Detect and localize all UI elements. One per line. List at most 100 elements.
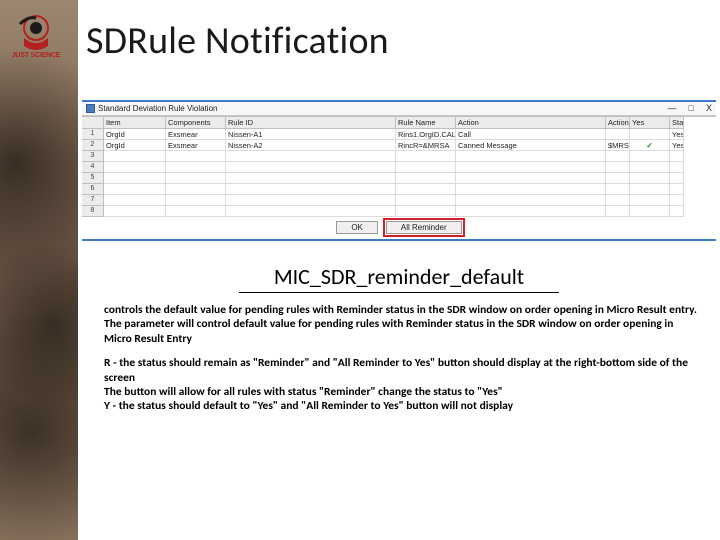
row-number: 6 <box>82 184 104 195</box>
cell[interactable] <box>104 206 166 217</box>
cell[interactable] <box>456 195 606 206</box>
cell[interactable]: Yes <box>670 129 684 140</box>
cell[interactable] <box>670 195 684 206</box>
cell[interactable] <box>396 162 456 173</box>
cell[interactable] <box>226 162 396 173</box>
cell[interactable]: $MRSA <box>606 140 630 151</box>
cell[interactable] <box>606 195 630 206</box>
cell[interactable] <box>396 151 456 162</box>
text-line: Y - the status should default to "Yes" a… <box>104 399 513 413</box>
col-header-action: Action <box>456 117 606 129</box>
cell[interactable] <box>456 173 606 184</box>
cell-yes[interactable]: ✓ <box>630 140 670 151</box>
row-number: 8 <box>82 206 104 217</box>
cell[interactable] <box>166 206 226 217</box>
cell[interactable] <box>226 184 396 195</box>
cell[interactable] <box>670 151 684 162</box>
cell[interactable] <box>670 173 684 184</box>
slide-title: SDRule Notification <box>78 0 720 64</box>
cell[interactable] <box>670 184 684 195</box>
cell[interactable]: Yes <box>670 140 684 151</box>
row-number: 7 <box>82 195 104 206</box>
paragraph: R - the status should remain as "Reminde… <box>104 356 702 414</box>
cell[interactable] <box>456 151 606 162</box>
cell[interactable] <box>104 195 166 206</box>
row-number: 5 <box>82 173 104 184</box>
cell[interactable] <box>606 151 630 162</box>
window-title: Standard Deviation Rule Violation <box>98 104 217 113</box>
screenshot-window: Standard Deviation Rule Violation — □ X … <box>82 100 716 241</box>
cell[interactable] <box>606 162 630 173</box>
cell[interactable] <box>606 206 630 217</box>
col-header-components: Components <box>166 117 226 129</box>
cell[interactable]: OrgId <box>104 129 166 140</box>
cell[interactable]: RincR=&MRSA <box>396 140 456 151</box>
cell[interactable] <box>396 173 456 184</box>
text-line: The button will allow for all rules with… <box>104 385 503 399</box>
cell[interactable]: Nissen-A2 <box>226 140 396 151</box>
cell[interactable] <box>166 151 226 162</box>
col-header-status: Status <box>670 117 684 129</box>
cell[interactable]: OrgId <box>104 140 166 151</box>
slide-content: SDRule Notification Standard Deviation R… <box>78 0 720 540</box>
cell[interactable] <box>166 173 226 184</box>
cell[interactable] <box>630 195 670 206</box>
cell[interactable] <box>166 195 226 206</box>
window-titlebar: Standard Deviation Rule Violation — □ X <box>82 102 716 116</box>
cell[interactable]: Nissen-A1 <box>226 129 396 140</box>
cell[interactable] <box>166 184 226 195</box>
paragraph: controls the default value for pending r… <box>104 303 702 346</box>
cell[interactable] <box>166 162 226 173</box>
cell[interactable] <box>606 129 630 140</box>
cell[interactable] <box>396 195 456 206</box>
logo-text: JUST SCIENCE <box>12 52 61 59</box>
cell[interactable] <box>396 184 456 195</box>
cell[interactable] <box>456 206 606 217</box>
all-reminder-button[interactable]: All Reminder <box>386 221 462 234</box>
cell[interactable]: Rins1.OrgID.CAL Id. Also change organism… <box>396 129 456 140</box>
cell[interactable] <box>104 151 166 162</box>
close-button[interactable]: X <box>706 104 712 113</box>
cell[interactable] <box>456 162 606 173</box>
cell[interactable] <box>606 184 630 195</box>
cell[interactable] <box>630 173 670 184</box>
side-texture <box>0 0 78 540</box>
cell[interactable]: Exsmear <box>166 129 226 140</box>
cell[interactable]: Exsmear <box>166 140 226 151</box>
row-number: 1 <box>82 129 104 140</box>
col-header-rulename: Rule Name <box>396 117 456 129</box>
maximize-button[interactable]: □ <box>689 104 694 113</box>
col-header-blank <box>82 117 104 129</box>
cell[interactable] <box>226 151 396 162</box>
app-icon <box>86 104 95 113</box>
ok-button[interactable]: OK <box>336 221 378 234</box>
cell[interactable] <box>630 206 670 217</box>
cell[interactable] <box>630 151 670 162</box>
section-heading: MIC_SDR_reminder_default <box>239 263 559 293</box>
brand-logo: JUST SCIENCE <box>6 6 66 66</box>
cell[interactable] <box>456 184 606 195</box>
cell[interactable]: Canned Message <box>456 140 606 151</box>
cell[interactable] <box>104 184 166 195</box>
row-number: 3 <box>82 151 104 162</box>
cell[interactable] <box>670 162 684 173</box>
cell[interactable]: Call <box>456 129 606 140</box>
col-header-ruleid: Rule ID <box>226 117 396 129</box>
cell[interactable] <box>630 162 670 173</box>
cell-yes[interactable] <box>630 129 670 140</box>
cell[interactable] <box>226 195 396 206</box>
section-body: controls the default value for pending r… <box>78 293 720 414</box>
row-number: 4 <box>82 162 104 173</box>
window-button-row: OK All Reminder <box>82 217 716 239</box>
rules-grid: Item Components Rule ID Rule Name Action… <box>82 116 716 217</box>
cell[interactable] <box>630 184 670 195</box>
col-header-actionvalue: Action Value <box>606 117 630 129</box>
cell[interactable] <box>226 173 396 184</box>
cell[interactable] <box>396 206 456 217</box>
cell[interactable] <box>104 162 166 173</box>
minimize-button[interactable]: — <box>668 104 677 113</box>
cell[interactable] <box>670 206 684 217</box>
cell[interactable] <box>226 206 396 217</box>
cell[interactable] <box>606 173 630 184</box>
cell[interactable] <box>104 173 166 184</box>
